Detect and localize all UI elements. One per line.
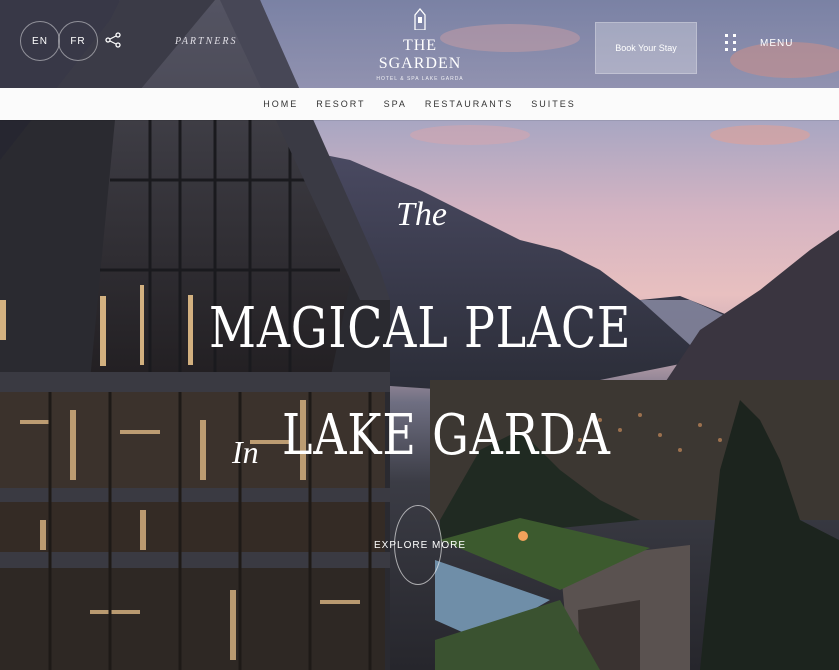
language-en-button[interactable]: EN	[20, 21, 60, 61]
hero-script-in: In	[232, 434, 259, 470]
book-your-stay-button[interactable]: Book Your Stay	[595, 22, 697, 74]
logo-name: THE SGARDEN	[378, 37, 462, 72]
hero-headline-line1: MAGICAL PLACE	[209, 296, 632, 361]
nav-item-restaurants[interactable]: RESTAURANTS	[425, 99, 513, 109]
nav-item-resort[interactable]: RESORT	[316, 99, 365, 109]
nav-item-suites[interactable]: SUITES	[531, 99, 576, 109]
nav-item-home[interactable]: HOME	[263, 99, 298, 109]
menu-grid-icon[interactable]	[725, 34, 741, 54]
hotel-logo[interactable]: THE SGARDEN HOTEL & SPA LAKE GARDA	[370, 7, 470, 82]
hero-headline-line2: LAKE GARDA	[282, 403, 611, 468]
hero-script-the: The	[396, 196, 447, 233]
logo-subtitle: HOTEL & SPA LAKE GARDA	[376, 76, 464, 82]
nav-item-spa[interactable]: SPA	[384, 99, 407, 109]
main-navigation: HOME RESORT SPA RESTAURANTS SUITES	[0, 88, 839, 120]
menu-label[interactable]: MENU	[760, 38, 793, 49]
tower-icon	[414, 7, 426, 31]
explore-more-link[interactable]: EXPLORE MORE	[374, 540, 466, 551]
top-bar: EN FR PARTNERS THE SGARDEN HOTEL & SPA L…	[0, 0, 839, 88]
partner-brand-logo[interactable]: PARTNERS	[175, 36, 237, 47]
language-fr-button[interactable]: FR	[58, 21, 98, 61]
share-icon[interactable]	[104, 32, 122, 48]
